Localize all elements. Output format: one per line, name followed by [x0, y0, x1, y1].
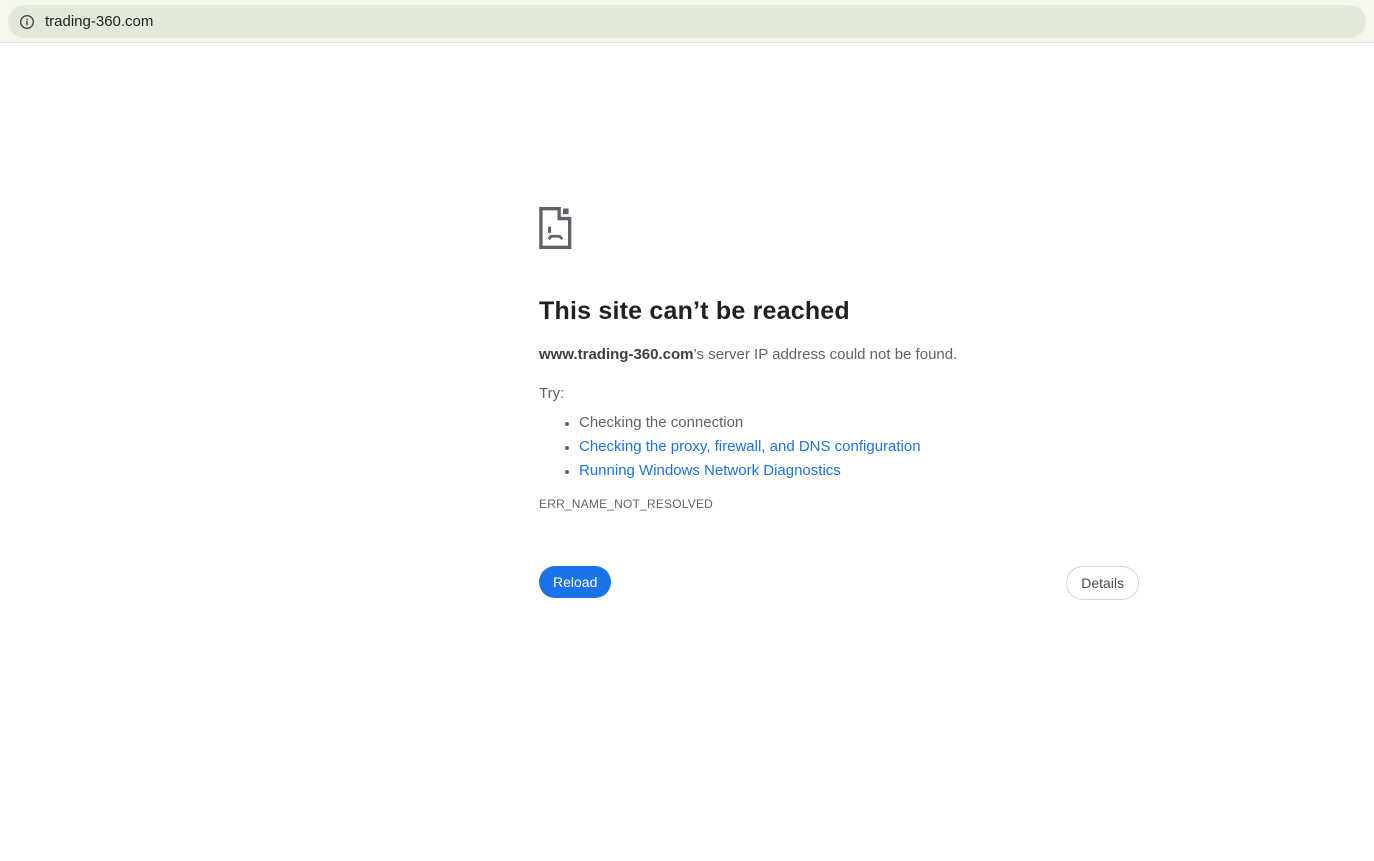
buttons-row: Reload Details: [539, 566, 1139, 600]
sad-file-icon: [539, 207, 572, 249]
suggestion-item: Running Windows Network Diagnostics: [579, 459, 921, 483]
suggestion-item: Checking the connection: [579, 411, 921, 435]
site-info-button[interactable]: [15, 10, 39, 34]
suggestion-link-network-diagnostics[interactable]: Running Windows Network Diagnostics: [579, 462, 841, 479]
suggestion-link-proxy-dns[interactable]: Checking the proxy, firewall, and DNS co…: [579, 438, 921, 455]
url-text: trading-360.com: [45, 13, 154, 30]
try-section: Try: Checking the connection Checking th…: [539, 385, 921, 483]
error-page: This site can’t be reached www.trading-3…: [539, 0, 1139, 861]
error-code: ERR_NAME_NOT_RESOLVED: [539, 497, 714, 511]
suggestion-list: Checking the connection Checking the pro…: [539, 411, 921, 483]
info-icon: [19, 14, 35, 29]
details-button[interactable]: Details: [1066, 566, 1139, 600]
page-title: This site can’t be reached: [539, 297, 850, 325]
error-domain: www.trading-360.com: [539, 346, 694, 363]
reload-button[interactable]: Reload: [539, 566, 612, 598]
error-message-rest: ’s server IP address could not be found.: [693, 346, 958, 363]
error-message: www.trading-360.com’s server IP address …: [539, 346, 957, 363]
suggestion-item: Checking the proxy, firewall, and DNS co…: [579, 435, 921, 459]
try-label: Try:: [539, 385, 565, 402]
suggestion-text: Checking the connection: [579, 414, 744, 431]
